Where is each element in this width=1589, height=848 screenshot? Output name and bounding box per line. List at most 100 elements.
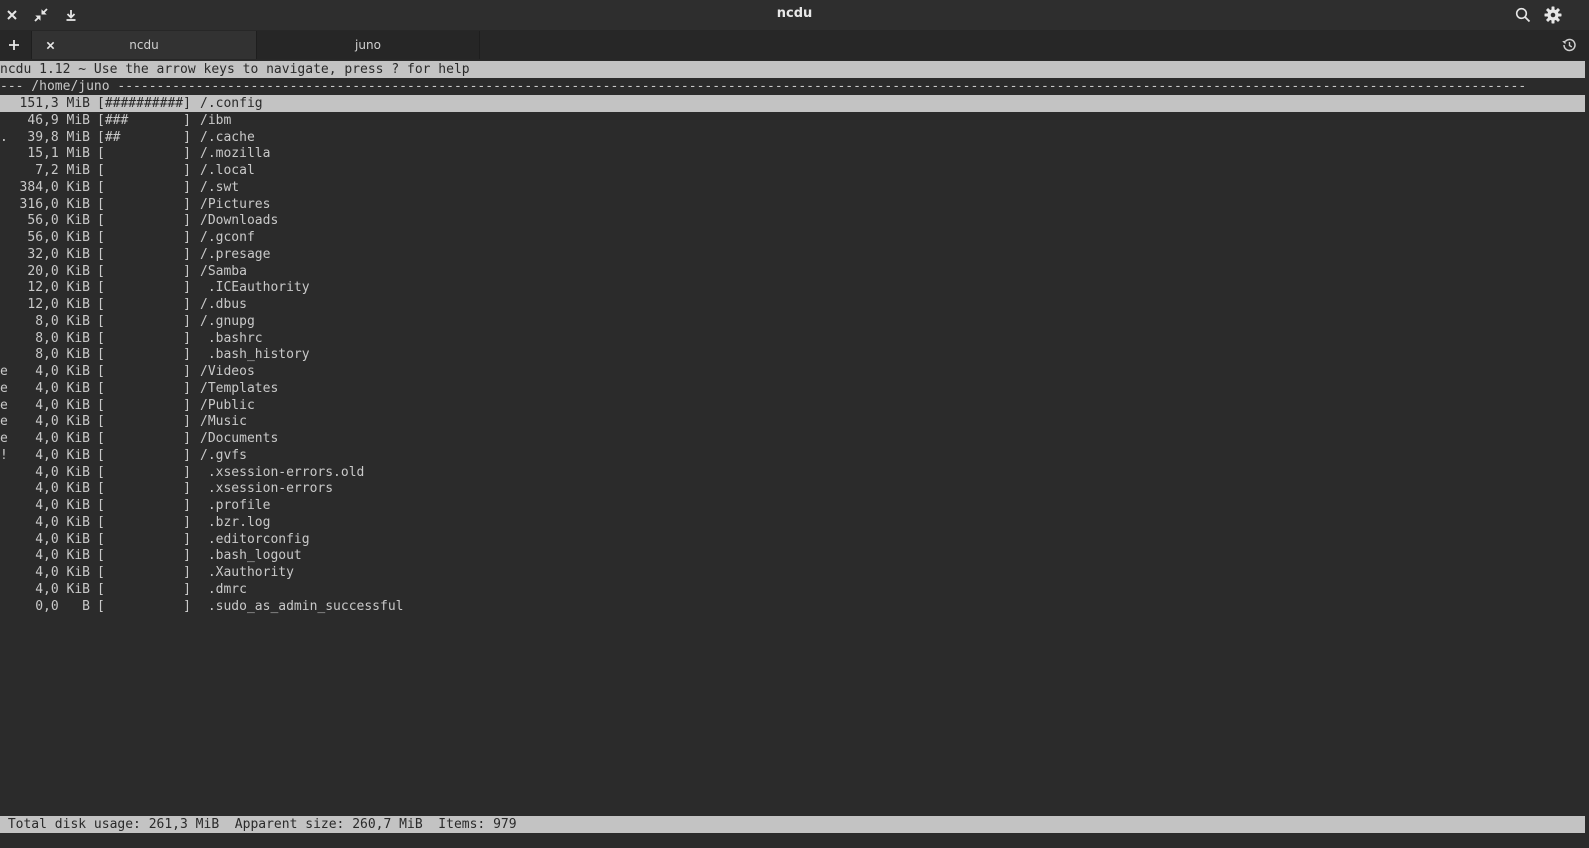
entry-name: .dmrc <box>200 581 247 597</box>
current-path: --- /home/juno -------------------------… <box>0 79 1527 94</box>
entry-row[interactable]: 32,0 KiB [ ] /.presage <box>0 246 1585 263</box>
entry-usage-bar: [ ] <box>97 498 191 513</box>
entry-size: 4,0 KiB <box>35 548 90 564</box>
terminal[interactable]: ncdu 1.12 ~ Use the arrow keys to naviga… <box>0 61 1589 848</box>
gear-icon[interactable] <box>1541 3 1565 27</box>
entry-row[interactable]: 12,0 KiB [ ] /.dbus <box>0 296 1585 313</box>
entry-row[interactable]: 4,0 KiB [ ] .xsession-errors <box>0 480 1585 497</box>
entry-size: 4,0 KiB <box>35 565 90 580</box>
status-bar: Total disk usage: 261,3 MiB Apparent siz… <box>0 816 1585 833</box>
entry-row[interactable]: 15,1 MiB [ ] /.mozilla <box>0 145 1585 162</box>
window-title: ncdu <box>776 6 813 21</box>
entry-usage-bar: [ ] <box>97 364 191 379</box>
entry-size: 4,0 KiB <box>35 397 90 413</box>
entry-usage-bar: [ ] <box>97 380 191 396</box>
entry-row[interactable]: 0,0 B [ ] .sudo_as_admin_successful <box>0 598 1585 615</box>
entry-row[interactable]: 4,0 KiB [ ] .bzr.log <box>0 514 1585 531</box>
history-icon[interactable] <box>1557 33 1581 57</box>
entry-row[interactable]: e 4,0 KiB[ ]/Public <box>0 397 1585 414</box>
entry-row[interactable]: 4,0 KiB [ ] .Xauthority <box>0 564 1585 581</box>
entry-name: /Documents <box>200 431 279 446</box>
entry-row[interactable]: 8,0 KiB [ ] .bash_history <box>0 346 1585 363</box>
entry-usage-bar: [ ] <box>97 230 191 245</box>
entry-size: 4,0 KiB <box>35 531 90 547</box>
entry-row[interactable]: 7,2 MiB [ ] /.local <box>0 162 1585 179</box>
entry-name: /.gnupg <box>200 313 255 329</box>
tab-juno[interactable]: juno <box>257 31 480 59</box>
entry-row[interactable]: e 4,0 KiB[ ]/Documents <box>0 430 1585 447</box>
entry-size: 4,0 KiB <box>35 414 90 430</box>
entry-usage-bar: [ ] <box>97 565 191 580</box>
entry-row[interactable]: 56,0 KiB [ ] /Downloads <box>0 212 1585 229</box>
entry-row[interactable]: 20,0 KiB [ ] /Samba <box>0 263 1585 280</box>
entry-usage-bar: [ ] <box>97 246 191 262</box>
entry-row[interactable]: 12,0 KiB [ ] .ICEauthority <box>0 279 1585 296</box>
entry-usage-bar: [ ] <box>97 196 191 212</box>
entry-name: .profile <box>200 498 271 513</box>
entry-size: 7,2 MiB <box>35 163 90 178</box>
tab-ncdu[interactable]: ncdu <box>31 31 257 59</box>
entry-usage-bar: [### ] <box>97 112 191 128</box>
entry-name: /Music <box>200 414 247 430</box>
entry-row[interactable]: 46,9 MiB [### ] /ibm <box>0 112 1585 129</box>
entry-size: 4,0 KiB <box>35 581 90 597</box>
entry-size: 56,0 KiB <box>27 230 90 245</box>
entry-row[interactable]: e 4,0 KiB[ ]/Templates <box>0 380 1585 397</box>
entry-row[interactable]: e 4,0 KiB[ ]/Videos <box>0 363 1585 380</box>
entry-name: /Samba <box>200 263 247 279</box>
entry-size: 8,0 KiB <box>35 347 90 363</box>
entry-name: /.mozilla <box>200 146 271 162</box>
entry-row[interactable]: 4,0 KiB [ ] .xsession-errors.old <box>0 464 1585 481</box>
entry-size: 4,0 KiB <box>35 498 90 513</box>
entry-usage-bar: [ ] <box>97 297 191 312</box>
entry-row[interactable]: 4,0 KiB [ ] .profile <box>0 497 1585 514</box>
ncdu-header: ncdu 1.12 ~ Use the arrow keys to naviga… <box>0 61 1585 78</box>
entry-usage-bar: [ ] <box>97 397 191 413</box>
entry-usage-bar: [ ] <box>97 431 191 446</box>
entry-row[interactable]: 56,0 KiB [ ] /.gconf <box>0 229 1585 246</box>
entry-row[interactable]: 4,0 KiB [ ] .dmrc <box>0 581 1585 598</box>
entry-name: .bashrc <box>200 330 263 346</box>
entry-usage-bar: [ ] <box>97 330 191 346</box>
entry-usage-bar: [ ] <box>97 263 191 279</box>
entry-name: .bzr.log <box>200 514 271 530</box>
entry-usage-bar: [##########] <box>97 96 191 111</box>
entry-size: 15,1 MiB <box>27 146 90 162</box>
entry-name: /.presage <box>200 246 271 262</box>
entry-name: /.cache <box>200 129 255 145</box>
entry-row[interactable]: e 4,0 KiB[ ]/Music <box>0 413 1585 430</box>
entry-row[interactable]: 151,3 MiB [##########] /.config <box>0 95 1585 112</box>
entry-row[interactable]: 316,0 KiB [ ] /Pictures <box>0 196 1585 213</box>
entry-size: 4,0 KiB <box>35 447 90 463</box>
entry-row[interactable]: . 39,8 MiB [## ]/.cache <box>0 129 1585 146</box>
entry-row[interactable]: 8,0 KiB [ ] .bashrc <box>0 330 1585 347</box>
search-icon[interactable] <box>1511 3 1535 27</box>
entry-size: 4,0 KiB <box>35 431 90 446</box>
entry-usage-bar: [ ] <box>97 481 191 497</box>
entry-name: /.gconf <box>200 230 255 245</box>
entry-usage-bar: [ ] <box>97 347 191 363</box>
entry-usage-bar: [ ] <box>97 179 191 195</box>
entry-size: 8,0 KiB <box>35 313 90 329</box>
entry-usage-bar: [ ] <box>97 548 191 564</box>
entry-row[interactable]: 8,0 KiB [ ] /.gnupg <box>0 313 1585 330</box>
entry-size: 4,0 KiB <box>35 464 90 480</box>
close-icon[interactable] <box>38 33 62 57</box>
entry-row[interactable]: 384,0 KiB [ ] /.swt <box>0 179 1585 196</box>
entry-name: /.swt <box>200 179 240 195</box>
entry-row[interactable]: 4,0 KiB [ ] .bash_logout <box>0 547 1585 564</box>
entry-size: 4,0 KiB <box>35 380 90 396</box>
entry-name: /.gvfs <box>200 447 247 463</box>
entry-row[interactable]: ! 4,0 KiB[ ]/.gvfs <box>0 447 1585 464</box>
entry-usage-bar: [ ] <box>97 213 191 229</box>
entry-usage-bar: [ ] <box>97 514 191 530</box>
tab-label: ncdu <box>129 38 159 52</box>
entry-row[interactable]: 4,0 KiB [ ] .editorconfig <box>0 531 1585 548</box>
entry-size: 384,0 KiB <box>19 179 90 195</box>
entry-name: /.dbus <box>200 297 247 312</box>
entry-name: .ICEauthority <box>200 280 310 296</box>
entry-size: 4,0 KiB <box>35 364 90 379</box>
entry-usage-bar: [## ] <box>97 129 191 145</box>
tab-label: juno <box>355 38 381 52</box>
new-tab-icon[interactable] <box>2 33 26 57</box>
